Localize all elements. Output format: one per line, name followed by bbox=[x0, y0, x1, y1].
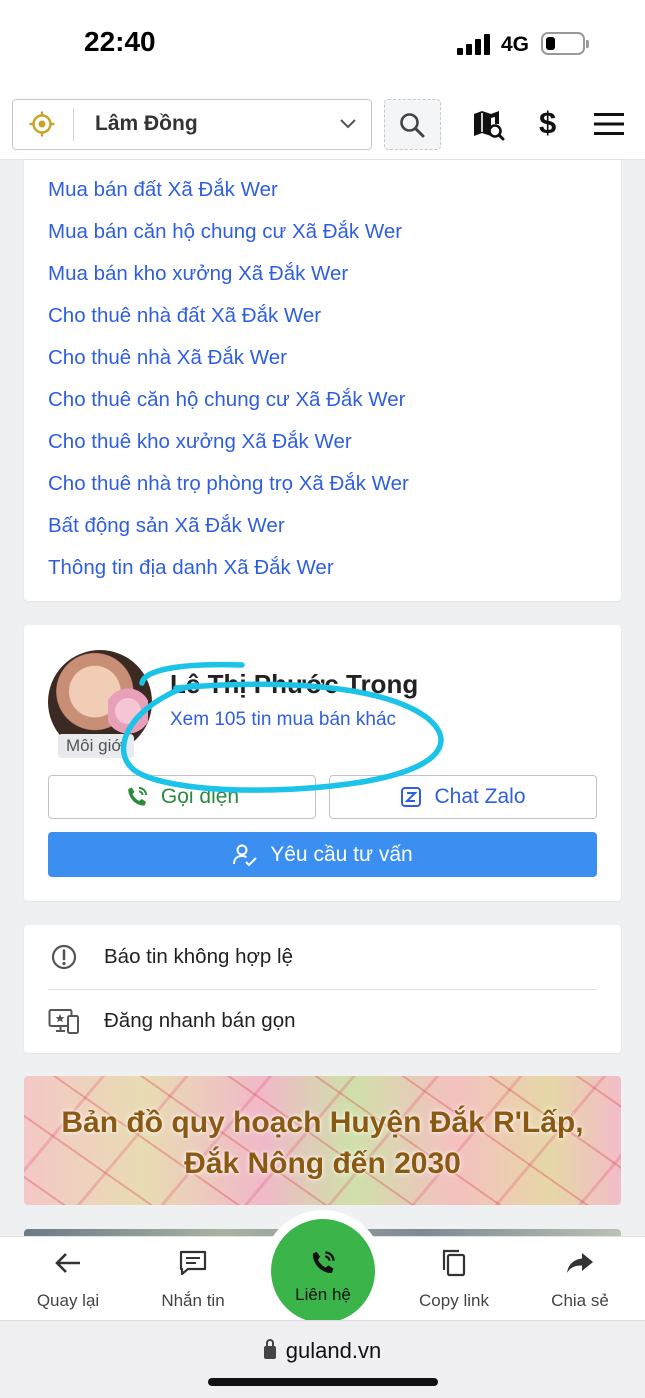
search-icon bbox=[400, 113, 425, 138]
location-select[interactable]: Lâm Đồng bbox=[12, 99, 372, 150]
agent-name[interactable]: Lê Thị Phước Trọng bbox=[170, 669, 418, 700]
call-button[interactable]: Gọi điện bbox=[48, 775, 316, 819]
agent-card: Môi giới Lê Thị Phước Trọng Xem 105 tin … bbox=[24, 625, 621, 901]
actions-card: Báo tin không hợp lệ Đăng nhanh bán gọn bbox=[24, 925, 621, 1053]
phone-icon bbox=[128, 787, 147, 806]
report-listing-label: Báo tin không hợp lệ bbox=[104, 945, 293, 968]
menu-icon[interactable] bbox=[594, 112, 624, 136]
related-link[interactable]: Cho thuê nhà đất Xã Đắk Wer bbox=[48, 304, 321, 328]
nav-share-label: Chia sẻ bbox=[551, 1291, 609, 1310]
contact-button[interactable]: Liên hệ bbox=[271, 1219, 375, 1323]
contact-fab-wrap: Liên hệ bbox=[262, 1210, 384, 1332]
related-link[interactable]: Mua bán đất Xã Đắk Wer bbox=[48, 178, 278, 202]
nav-message-label: Nhắn tin bbox=[161, 1291, 225, 1310]
report-listing-row[interactable]: Báo tin không hợp lệ bbox=[48, 925, 597, 989]
banner-title-line2: Đắk Nông đến 2030 bbox=[184, 1147, 461, 1180]
more-listings-link[interactable]: Xem 105 tin mua bán khác bbox=[170, 709, 396, 731]
planning-map-banner[interactable]: Bản đồ quy hoạch Huyện Đắk R'Lấp, Đắk Nô… bbox=[24, 1076, 621, 1205]
related-link[interactable]: Mua bán kho xưởng Xã Đắk Wer bbox=[48, 262, 348, 286]
consult-request-label: Yêu cầu tư vấn bbox=[270, 842, 413, 866]
devices-star-icon bbox=[48, 1005, 80, 1037]
role-badge: Môi giới bbox=[58, 734, 135, 758]
zalo-button[interactable]: Chat Zalo bbox=[329, 775, 597, 819]
top-header: Lâm Đồng $ bbox=[0, 88, 645, 160]
dollar-icon[interactable]: $ bbox=[539, 105, 556, 141]
related-link[interactable]: Cho thuê căn hộ chung cư Xã Đắk Wer bbox=[48, 388, 406, 412]
signal-icon bbox=[457, 33, 493, 55]
related-link[interactable]: Cho thuê kho xưởng Xã Đắk Wer bbox=[48, 430, 352, 454]
location-target-icon bbox=[29, 111, 55, 137]
quick-post-label: Đăng nhanh bán gọn bbox=[104, 1009, 296, 1032]
related-link[interactable]: Cho thuê nhà trọ phòng trọ Xã Đắk Wer bbox=[48, 472, 409, 496]
lock-icon bbox=[263, 1339, 276, 1359]
status-time: 22:40 bbox=[84, 26, 156, 57]
url-text: guland.vn bbox=[285, 1338, 382, 1363]
nav-copy-link[interactable]: Copy link bbox=[404, 1247, 504, 1311]
nav-message[interactable]: Nhắn tin bbox=[143, 1247, 243, 1311]
user-check-icon bbox=[233, 844, 257, 866]
quick-post-row[interactable]: Đăng nhanh bán gọn bbox=[48, 989, 597, 1053]
message-icon bbox=[179, 1250, 207, 1276]
zalo-button-label: Chat Zalo bbox=[434, 785, 526, 808]
share-icon bbox=[567, 1253, 593, 1273]
related-link[interactable]: Cho thuê nhà Xã Đắk Wer bbox=[48, 346, 287, 370]
alert-circle-icon bbox=[48, 941, 80, 973]
zalo-icon bbox=[401, 787, 422, 807]
nav-share[interactable]: Chia sẻ bbox=[530, 1247, 630, 1311]
network-label: 4G bbox=[501, 33, 530, 56]
phone-call-icon bbox=[312, 1251, 335, 1274]
contact-button-label: Liên hệ bbox=[295, 1285, 351, 1304]
search-button[interactable] bbox=[384, 99, 441, 150]
home-indicator[interactable] bbox=[208, 1378, 438, 1386]
nav-back-label: Quay lại bbox=[36, 1291, 100, 1310]
arrow-left-icon bbox=[55, 1253, 80, 1273]
related-link[interactable]: Thông tin địa danh Xã Đắk Wer bbox=[48, 556, 334, 580]
chevron-down-icon bbox=[340, 119, 356, 129]
banner-title-line1: Bản đồ quy hoạch Huyện Đắk R'Lấp, bbox=[61, 1106, 584, 1139]
browser-url-bar[interactable]: guland.vn bbox=[0, 1320, 645, 1398]
nav-back[interactable]: Quay lại bbox=[18, 1247, 118, 1311]
status-bar: 22:40 4G bbox=[0, 0, 645, 88]
related-link[interactable]: Mua bán căn hộ chung cư Xã Đắk Wer bbox=[48, 220, 402, 244]
battery-icon bbox=[541, 32, 589, 55]
location-value: Lâm Đồng bbox=[95, 112, 198, 135]
related-links-card: Mua bán đất Xã Đắk Wer Mua bán căn hộ ch… bbox=[24, 160, 621, 601]
call-button-label: Gọi điện bbox=[160, 785, 240, 808]
map-search-icon[interactable] bbox=[471, 108, 505, 142]
consult-request-button[interactable]: Yêu cầu tư vấn bbox=[48, 832, 597, 877]
related-link[interactable]: Bất động sản Xã Đắk Wer bbox=[48, 514, 285, 538]
nav-copy-label: Copy link bbox=[419, 1291, 489, 1310]
copy-icon bbox=[442, 1249, 466, 1277]
